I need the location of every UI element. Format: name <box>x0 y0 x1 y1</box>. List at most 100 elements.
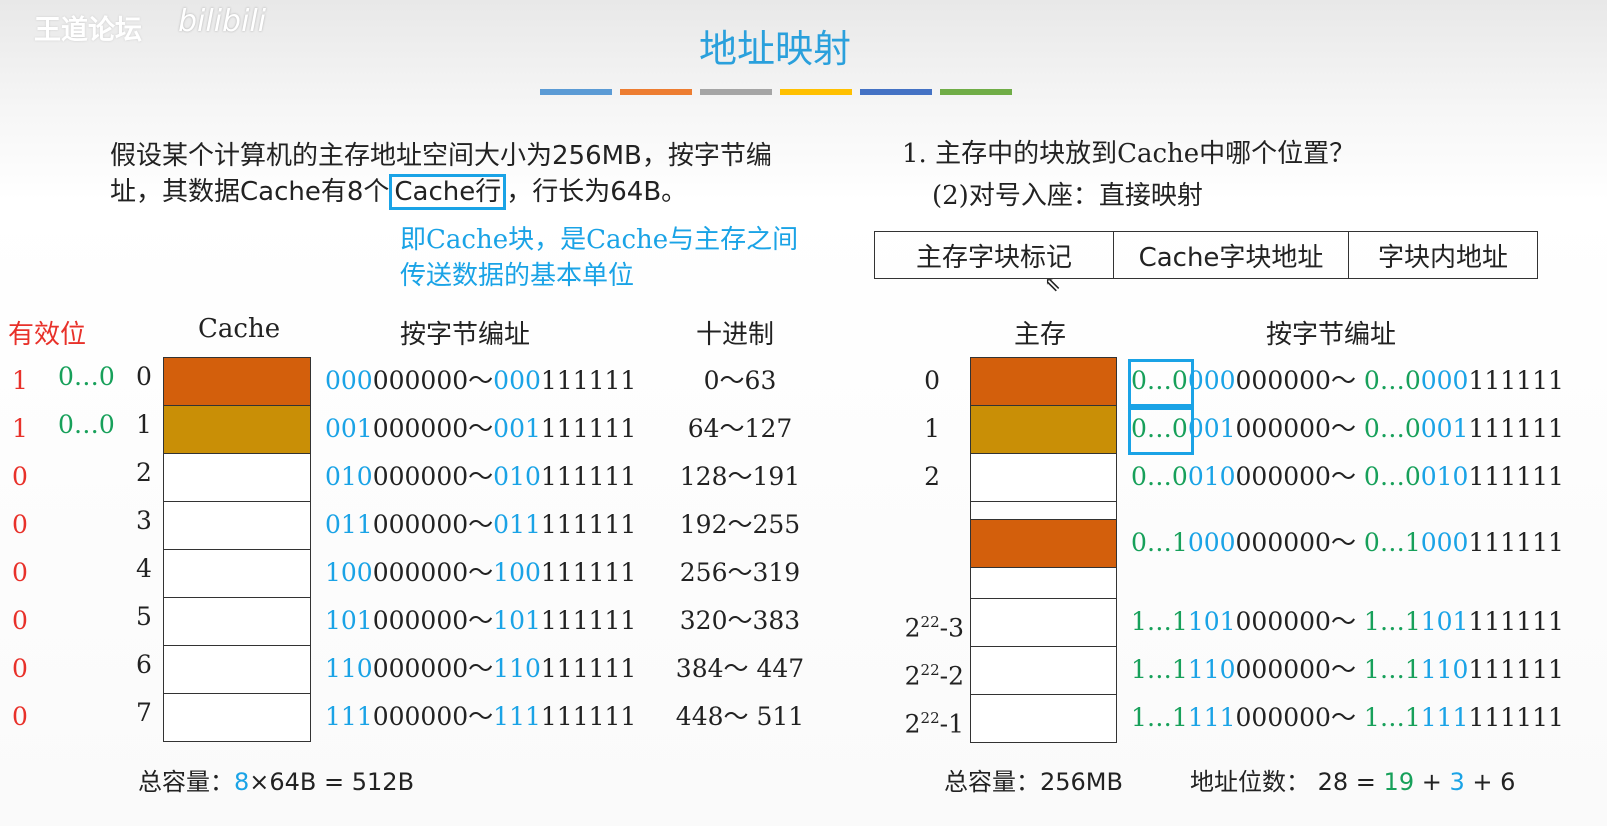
tilde: ～ <box>1330 703 1364 732</box>
address-segment: 111111 <box>540 414 637 443</box>
address-segment: 111111 <box>540 558 637 587</box>
problem-statement: 假设某个计算机的主存地址空间大小为256MB，按字节编 址，其数据Cache有8… <box>110 138 772 210</box>
memory-address-range: 0…0010000000～ 0…0010111111 <box>1131 453 1564 501</box>
line-count: 8 <box>234 768 250 796</box>
address-segment: 111111 <box>1468 607 1564 636</box>
memory-address-range: 0…0000000000～ 0…0000111111 <box>1131 357 1564 405</box>
address-segment: 1…1 <box>1131 607 1188 636</box>
cache-capacity: 总容量：8×64B = 512B <box>138 762 414 797</box>
valid-bit-header: 有效位 <box>8 320 87 350</box>
address-segment: 111111 <box>1468 462 1564 491</box>
address-segment: 0…0 <box>1363 414 1421 443</box>
plus: + <box>1414 768 1450 796</box>
tilde: ～ <box>468 654 494 683</box>
address-segment: 111111 <box>540 702 637 731</box>
address-range: 111000000～111111111 <box>325 693 636 741</box>
address-segment: 000000 <box>1235 366 1331 395</box>
note-line-1: 即Cache块，是Cache与主存之间 <box>400 225 799 255</box>
cache-tag: 0…0 <box>58 410 115 439</box>
question: 1. 主存中的块放到Cache中哪个位置？ (2)对号入座：直接映射 <box>902 133 1355 217</box>
address-segment: 111111 <box>540 510 637 539</box>
block-number: 222-2 <box>904 661 964 691</box>
memory-block <box>970 357 1117 406</box>
tilde: ～ <box>468 462 494 491</box>
memory-block <box>970 566 1117 599</box>
address-segment: 000000 <box>1235 655 1331 684</box>
valid-bit: 1 <box>12 366 28 395</box>
address-segment: 110 <box>493 654 541 683</box>
memory-block <box>970 646 1117 695</box>
text: 址，其数据Cache有8个 <box>110 177 390 207</box>
address-segment: 010 <box>325 462 373 491</box>
address-segment: 000 <box>1187 366 1236 395</box>
address-segment: 0…1 <box>1363 528 1421 557</box>
line-index: 6 <box>136 650 152 679</box>
tilde: ～ <box>468 414 494 443</box>
address-segment: 111111 <box>1468 528 1564 557</box>
color-bar <box>780 89 852 95</box>
cache-line <box>163 645 311 694</box>
block-number: 0 <box>924 366 940 395</box>
address-segment: 111111 <box>1468 703 1564 732</box>
address-segment: 111 <box>493 702 541 731</box>
address-segment: 000 <box>493 366 541 395</box>
address-range: 011000000～011111111 <box>325 501 636 549</box>
memory-block <box>970 598 1117 647</box>
address-segment: 111111 <box>1468 366 1564 395</box>
line-index: 4 <box>136 554 152 583</box>
total: 28 = <box>1317 768 1384 796</box>
address-segment: 010 <box>493 462 541 491</box>
address-format: 主存字块标记 Cache字块地址 字块内地址 <box>874 231 1538 279</box>
address-segment: 110 <box>1187 655 1236 684</box>
memory-block <box>970 405 1117 454</box>
block-number: 222-3 <box>904 613 964 643</box>
address-segment: 111111 <box>1468 655 1564 684</box>
field-cache-index: Cache字块地址 <box>1114 232 1349 278</box>
memory-capacity: 总容量：256MB <box>944 768 1123 796</box>
cache-line <box>163 549 311 598</box>
label: 总容量： <box>138 768 234 796</box>
tilde: ～ <box>1330 462 1364 491</box>
line-index: 7 <box>136 698 152 727</box>
valid-bit: 0 <box>12 606 28 635</box>
address-segment: 0…0 <box>1131 462 1188 491</box>
block-number: 2 <box>924 462 940 491</box>
address-segment: 000000 <box>372 510 469 539</box>
offset-bits: 6 <box>1500 768 1516 796</box>
address-segment: 000 <box>1187 528 1236 557</box>
tilde: ～ <box>1330 528 1364 557</box>
valid-bit: 0 <box>12 462 28 491</box>
text: ，行长为64B。 <box>506 177 688 207</box>
statement-line-1: 假设某个计算机的主存地址空间大小为256MB，按字节编 <box>110 141 772 171</box>
address-segment: 111111 <box>540 654 637 683</box>
address-range: 001000000～001111111 <box>325 405 636 453</box>
cache-tag: 0…0 <box>58 362 115 391</box>
address-segment: 000000 <box>372 654 469 683</box>
address-segment: 001 <box>1187 414 1236 443</box>
field-tag: 主存字块标记 <box>875 232 1114 278</box>
color-bar <box>860 89 932 95</box>
address-segment: 000 <box>325 366 373 395</box>
address-segment: 000000 <box>372 702 469 731</box>
tilde: ～ <box>1330 655 1364 684</box>
address-segment: 000000 <box>1235 703 1331 732</box>
address-segment: 000000 <box>372 366 469 395</box>
exponent: 22 <box>920 661 940 679</box>
decimal-range: 192～255 <box>679 510 801 539</box>
tilde: ～ <box>468 510 494 539</box>
memory-address-range: 0…0001000000～ 0…0001111111 <box>1131 405 1564 453</box>
address-segment: 000000 <box>372 558 469 587</box>
cache-line <box>163 501 311 550</box>
decimal-header: 十进制 <box>696 320 775 350</box>
address-segment: 011 <box>325 510 373 539</box>
index-bits: 3 <box>1449 768 1465 796</box>
address-segment: 000000 <box>1235 528 1331 557</box>
memory-block <box>970 519 1117 568</box>
decimal-range: 128～191 <box>679 462 801 491</box>
valid-bit: 0 <box>12 654 28 683</box>
question-1: 1. 主存中的块放到Cache中哪个位置？ <box>902 139 1356 169</box>
tag-highlight-box <box>1128 407 1194 455</box>
address-segment: 100 <box>493 558 541 587</box>
address-segment: 1…1 <box>1363 655 1421 684</box>
address-range: 010000000～010111111 <box>325 453 636 501</box>
